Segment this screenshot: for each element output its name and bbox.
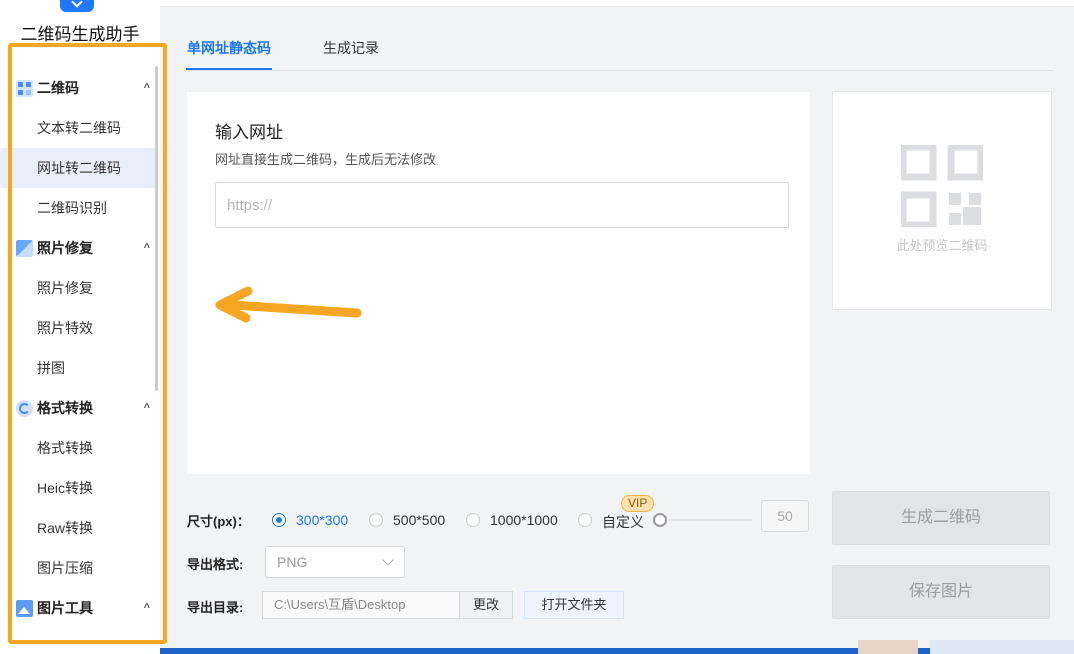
radio-size-300[interactable]: [272, 513, 286, 527]
save-image-button[interactable]: 保存图片: [832, 565, 1050, 619]
sidebar-group-format-convert[interactable]: 格式转换 ^: [16, 396, 150, 420]
sidebar-item-image-compress[interactable]: 图片压缩: [0, 548, 156, 588]
notification-strip: [930, 640, 1074, 654]
url-input-panel: 输入网址 网址直接生成二维码，生成后无法修改: [187, 92, 810, 474]
qr-preview-box: 此处预览二维码: [832, 91, 1052, 310]
top-bar: [160, 0, 1074, 7]
sidebar-item-heic-convert[interactable]: Heic转换: [0, 468, 156, 508]
format-select-value: PNG: [277, 554, 308, 570]
chevron-up-icon: ^: [143, 602, 150, 614]
sidebar-item-photo-repair[interactable]: 照片修复: [0, 268, 156, 308]
photo-icon: [16, 239, 33, 257]
sidebar-group-label: 图片工具: [37, 600, 93, 616]
avatar: [858, 640, 918, 654]
tab-history[interactable]: 生成记录: [323, 38, 379, 58]
sidebar-item-photo-effects[interactable]: 照片特效: [0, 308, 156, 348]
sidebar-group-image-tools[interactable]: 图片工具 ^: [16, 596, 150, 620]
sidebar-item-text-to-qr[interactable]: 文本转二维码: [0, 108, 156, 148]
qrcode-icon: [16, 79, 33, 97]
directory-label: 导出目录:: [187, 600, 244, 615]
tab-divider: [186, 70, 1053, 71]
sidebar-group-label: 二维码: [37, 80, 79, 96]
sidebar-item-raw-convert[interactable]: Raw转换: [0, 508, 156, 548]
app-logo-icon: [60, 0, 94, 12]
url-input[interactable]: [215, 182, 789, 228]
chevron-up-icon: ^: [143, 402, 150, 414]
format-label: 导出格式:: [187, 557, 244, 572]
change-directory-button[interactable]: 更改: [459, 591, 513, 619]
size-label: 尺寸(px)：: [187, 514, 250, 529]
format-select[interactable]: PNG: [265, 546, 405, 578]
sidebar-group-photo-repair[interactable]: 照片修复 ^: [16, 236, 150, 260]
app-title: 二维码生成助手: [20, 25, 140, 44]
radio-size-custom[interactable]: [578, 513, 592, 527]
qr-placeholder-icon: [901, 145, 983, 227]
radio-size-500[interactable]: [369, 513, 383, 527]
sidebar-group-label: 格式转换: [37, 400, 93, 416]
sidebar-group-qrcode[interactable]: 二维码 ^: [16, 76, 150, 100]
input-title: 输入网址: [215, 123, 283, 142]
sidebar-item-qr-recognize[interactable]: 二维码识别: [0, 188, 156, 228]
preview-placeholder-text: 此处预览二维码: [896, 238, 988, 253]
radio-size-500-label[interactable]: 500*500: [393, 512, 445, 528]
sidebar: 二维码生成助手 二维码 ^ 文本转二维码 网址转二维码 二维码识别 照片修复 ^…: [0, 0, 160, 654]
open-folder-button[interactable]: 打开文件夹: [524, 591, 624, 619]
sidebar-item-url-to-qr[interactable]: 网址转二维码: [0, 148, 156, 188]
annotation-arrow-icon: [215, 286, 362, 323]
chevron-up-icon: ^: [143, 82, 150, 94]
sidebar-scrollbar[interactable]: [155, 66, 158, 391]
chevron-up-icon: ^: [143, 242, 150, 254]
input-hint: 网址直接生成二维码，生成后无法修改: [215, 152, 437, 167]
radio-size-1000-label[interactable]: 1000*1000: [490, 512, 558, 528]
export-directory-field[interactable]: C:\Users\互盾\Desktop: [262, 591, 460, 619]
generate-qr-button[interactable]: 生成二维码: [832, 491, 1050, 545]
image-tools-icon: [16, 599, 33, 617]
tab-active-indicator: [186, 68, 272, 70]
chevron-down-icon: [382, 554, 394, 566]
sidebar-item-collage[interactable]: 拼图: [0, 348, 156, 388]
sidebar-item-format-convert[interactable]: 格式转换: [0, 428, 156, 468]
custom-size-slider-thumb[interactable]: [653, 513, 667, 527]
tab-single-url-static[interactable]: 单网址静态码: [187, 38, 271, 58]
radio-size-custom-label[interactable]: 自定义: [602, 512, 644, 532]
custom-size-input[interactable]: 50: [761, 500, 809, 532]
sidebar-group-label: 照片修复: [37, 240, 93, 256]
convert-icon: [16, 399, 33, 417]
custom-size-slider-track[interactable]: [666, 519, 752, 521]
vip-badge: VIP: [621, 495, 655, 512]
radio-size-1000[interactable]: [466, 513, 480, 527]
radio-size-300-label[interactable]: 300*300: [296, 512, 348, 528]
